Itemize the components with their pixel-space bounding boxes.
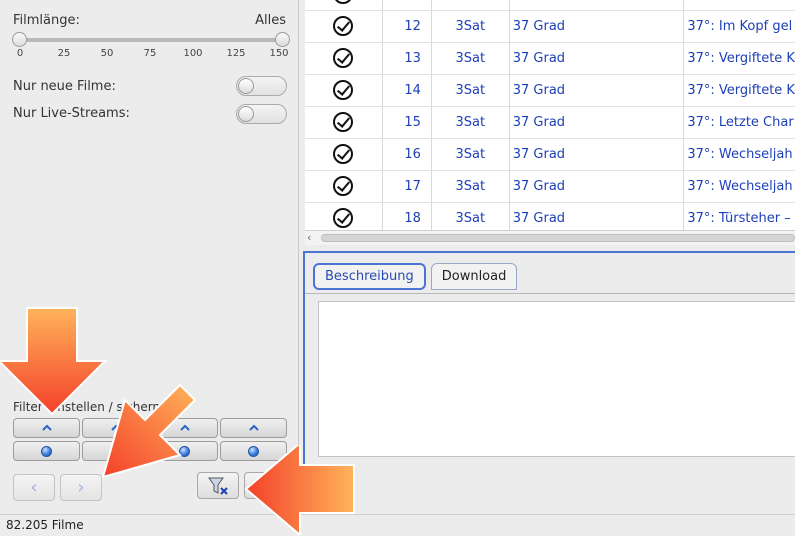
table-row[interactable]: 16 3Sat 37 Grad 37°: Wechseljah [305,138,795,171]
table-row[interactable]: 13 3Sat 37 Grad 37°: Vergiftete K [305,42,795,75]
annotation-arrow-down-icon [0,307,108,416]
cell-titel: 37°: Letzte Char [683,106,795,139]
cell-nr: 11 [382,0,432,11]
cell-titel: 37°: Wechseljah [683,138,795,171]
table-row[interactable]: 17 3Sat 37 Grad 37°: Wechseljah [305,170,795,203]
slider-tick: 0 [16,48,24,59]
cell-sender: 3Sat [431,170,510,203]
table-row[interactable]: 11 3Sat 37 Grad 37°: Im Kopf gel [305,0,795,11]
cell-titel: 37°: Im Kopf gel [683,0,795,11]
cell-titel: 37°: Im Kopf gel [683,10,795,43]
cell-nr: 12 [382,10,432,43]
cell-nr: 14 [382,74,432,107]
slider-tick: 125 [226,48,246,59]
film-length-value: Alles [255,13,286,28]
detail-panel: Beschreibung Download [303,251,795,513]
chevron-up-icon [41,424,52,431]
filter-clear-icon [208,477,228,495]
cell-thema: 37 Grad [509,74,685,107]
checkmark-icon [333,0,354,4]
cell-thema: 37 Grad [509,170,685,203]
checkmark-icon [333,80,354,100]
filter-1-save-button[interactable] [13,441,80,461]
cell-titel: 37°: Vergiftete K [683,74,795,107]
film-length-slider[interactable] [19,38,283,42]
cell-titel: 37°: Vergiftete K [683,42,795,75]
film-length-label: Filmlänge: [13,13,80,28]
description-text-area[interactable] [318,301,795,457]
checkmark-icon [333,112,354,132]
filter-back-button[interactable]: ‹ [13,474,55,501]
slider-tick: 150 [269,48,289,59]
slider-tick: 75 [143,48,157,59]
cell-nr: 16 [382,138,432,171]
cell-thema: 37 Grad [509,42,685,75]
tab-download[interactable]: Download [430,263,518,290]
film-count: 82.205 Filme [6,518,84,532]
checkmark-icon [333,144,354,164]
slider-min-handle[interactable] [12,32,27,47]
table-row[interactable]: 14 3Sat 37 Grad 37°: Vergiftete K [305,74,795,107]
cell-thema: 37 Grad [509,0,685,11]
cell-sender: 3Sat [431,138,510,171]
status-bar: 82.205 Filme [0,514,795,536]
tab-beschreibung[interactable]: Beschreibung [313,263,426,290]
filter-4-load-button[interactable] [220,418,287,438]
cell-thema: 37 Grad [509,106,685,139]
checkmark-icon [333,48,354,68]
only-new-toggle[interactable] [236,76,287,96]
cell-nr: 15 [382,106,432,139]
cell-sender: 3Sat [431,0,510,11]
filter-1-load-button[interactable] [13,418,80,438]
annotation-arrow-left-icon [244,445,355,535]
scrollbar-thumb[interactable] [321,234,795,242]
checkmark-icon [333,208,354,228]
table-horizontal-scrollbar[interactable]: ‹ [305,230,795,245]
only-live-label: Nur Live-Streams: [13,106,130,121]
cell-nr: 13 [382,42,432,75]
annotation-arrow-diagonal-icon [101,383,197,479]
cell-sender: 3Sat [431,10,510,43]
cell-sender: 3Sat [431,42,510,75]
chevron-right-icon: › [77,477,85,498]
table-row[interactable]: 15 3Sat 37 Grad 37°: Letzte Char [305,106,795,139]
only-new-label: Nur neue Filme: [13,79,116,94]
cell-nr: 17 [382,170,432,203]
slider-tick: 50 [100,48,114,59]
checkmark-icon [333,176,354,196]
slider-max-handle[interactable] [275,32,290,47]
cell-sender: 3Sat [431,74,510,107]
film-table: 11 3Sat 37 Grad 37°: Im Kopf gel 12 3Sat… [305,0,795,245]
table-row[interactable]: 12 3Sat 37 Grad 37°: Im Kopf gel [305,10,795,43]
only-live-toggle[interactable] [236,104,287,124]
cell-thema: 37 Grad [509,138,685,171]
cell-thema: 37 Grad [509,10,685,43]
chevron-up-icon [248,424,259,431]
chevron-left-icon: ‹ [30,477,38,498]
scroll-left-icon[interactable]: ‹ [307,231,311,244]
cell-sender: 3Sat [431,106,510,139]
slider-tick: 100 [183,48,203,59]
blue-dot-icon [41,445,52,457]
checkmark-icon [333,16,354,36]
slider-tick: 25 [57,48,71,59]
cell-titel: 37°: Wechseljah [683,170,795,203]
